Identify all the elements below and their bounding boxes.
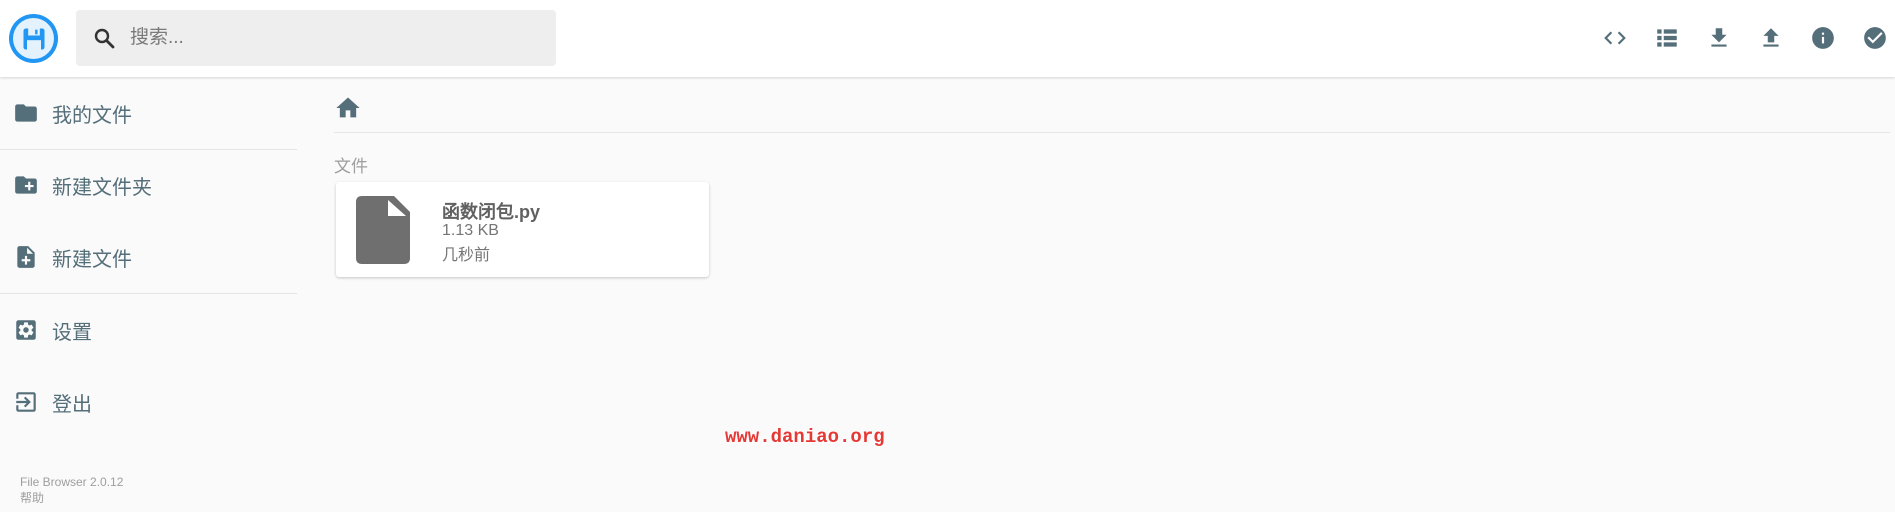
- file-icon: [356, 196, 410, 264]
- floppy-disk-icon: [13, 18, 54, 59]
- sidebar-item-label: 设置: [52, 321, 92, 344]
- search-icon: [94, 28, 115, 49]
- version-text: File Browser 2.0.12: [20, 475, 124, 489]
- code-icon: [1604, 31, 1626, 45]
- sidebar-item-label: 我的文件: [52, 104, 132, 127]
- credits: File Browser 2.0.12 帮助: [20, 474, 123, 506]
- file-item[interactable]: 函数闭包.py 1.13 KB 几秒前: [336, 182, 709, 277]
- sidebar-item-my-files[interactable]: 我的文件: [0, 87, 297, 139]
- select-check-icon: [1864, 27, 1886, 49]
- top-bar: [0, 0, 1895, 77]
- list-view-icon: [1657, 29, 1677, 47]
- sidebar-item-label: 登出: [52, 393, 92, 416]
- select-button[interactable]: [1855, 18, 1895, 58]
- home-icon: [336, 97, 360, 118]
- divider: [0, 149, 297, 150]
- info-icon: [1812, 27, 1834, 49]
- sidebar-item-logout[interactable]: 登出: [0, 376, 297, 428]
- section-title-files: 文件: [334, 157, 368, 176]
- watermark-text: www.daniao.org: [725, 426, 885, 448]
- sidebar-item-new-folder[interactable]: 新建文件夹: [0, 159, 297, 211]
- sidebar-item-label: 新建文件夹: [52, 176, 152, 199]
- search-input[interactable]: [128, 26, 532, 50]
- file-size: 1.13 KB: [442, 222, 499, 239]
- divider: [0, 293, 297, 294]
- search-bar[interactable]: [76, 10, 556, 66]
- breadcrumb-home[interactable]: [334, 94, 366, 126]
- app-logo[interactable]: [9, 14, 58, 63]
- download-button[interactable]: [1699, 18, 1739, 58]
- folder-icon: [15, 104, 37, 122]
- list-view-button[interactable]: [1647, 18, 1687, 58]
- upload-icon: [1763, 28, 1779, 47]
- new-folder-icon: [15, 176, 37, 194]
- download-icon: [1711, 28, 1727, 47]
- new-file-icon: [17, 246, 35, 268]
- settings-icon: [16, 320, 36, 340]
- file-name: 函数闭包.py: [442, 202, 541, 222]
- code-view-button[interactable]: [1595, 18, 1635, 58]
- breadcrumb: [334, 88, 1890, 133]
- help-link[interactable]: 帮助: [20, 490, 123, 506]
- sidebar: 我的文件 新建文件夹 新建文件 设置 登出 File Browser 2.0.1…: [0, 77, 297, 512]
- logout-icon: [16, 392, 36, 412]
- sidebar-item-settings[interactable]: 设置: [0, 304, 297, 356]
- info-button[interactable]: [1803, 18, 1843, 58]
- header-actions: [1583, 18, 1895, 58]
- upload-button[interactable]: [1751, 18, 1791, 58]
- sidebar-item-label: 新建文件: [52, 248, 132, 271]
- file-modified: 几秒前: [442, 247, 491, 264]
- sidebar-item-new-file[interactable]: 新建文件: [0, 231, 297, 283]
